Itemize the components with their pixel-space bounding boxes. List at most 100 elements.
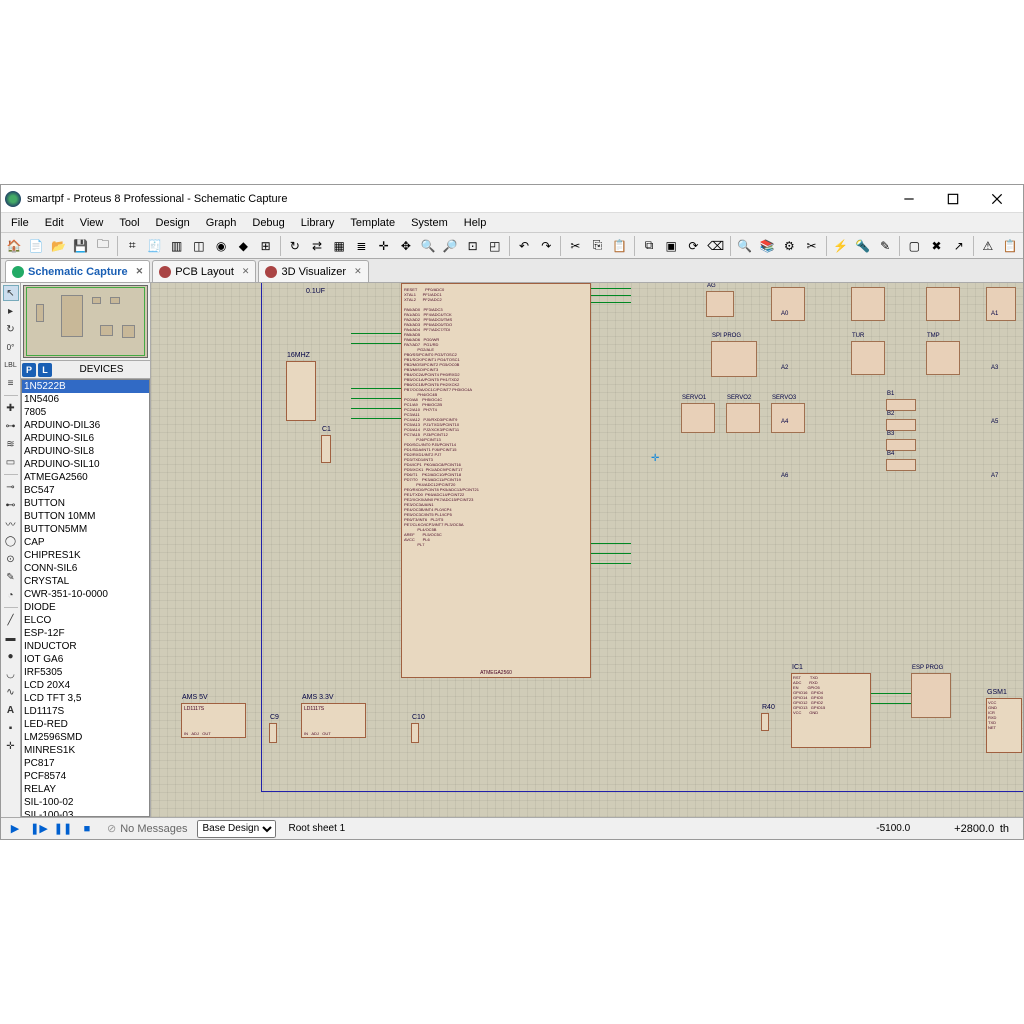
button-b4[interactable]: B4: [886, 459, 916, 471]
crystal-component[interactable]: 16MHZ: [286, 361, 316, 421]
button-b1[interactable]: B1: [886, 399, 916, 411]
device-item[interactable]: SIL-100-03: [22, 809, 149, 817]
ams5v-reg[interactable]: AMS 5V LD1117S IN ADJ OUT: [181, 703, 246, 738]
connector-servo1[interactable]: SERVO1: [681, 403, 715, 433]
device-item[interactable]: 1N5222B: [22, 380, 149, 393]
device-item[interactable]: LED-RED: [22, 718, 149, 731]
schematic-button[interactable]: ▥: [167, 235, 187, 257]
button-b2[interactable]: B2: [886, 419, 916, 431]
3d-button[interactable]: ◉: [211, 235, 231, 257]
device-item[interactable]: ARDUINO-SIL10: [22, 458, 149, 471]
layers-button[interactable]: ≣: [351, 235, 371, 257]
menu-debug[interactable]: Debug: [244, 213, 292, 232]
device-item[interactable]: IRF5305: [22, 666, 149, 679]
cap-c1[interactable]: C1: [321, 435, 331, 463]
device-item[interactable]: BUTTON: [22, 497, 149, 510]
device-item[interactable]: CWR-351-10-0000: [22, 588, 149, 601]
tab-close[interactable]: ✕: [136, 266, 144, 277]
gsm1[interactable]: GSM1 VCCGNDICRRXDTXDNET: [986, 698, 1022, 753]
device-item[interactable]: DIODE: [22, 601, 149, 614]
save-button[interactable]: 💾: [71, 235, 91, 257]
generator-mode[interactable]: ⊙: [3, 551, 19, 567]
sim-step-button[interactable]: ❚▶: [29, 820, 49, 838]
cut-button[interactable]: ✂: [565, 235, 585, 257]
decompose-button[interactable]: ✂: [801, 235, 821, 257]
device-item[interactable]: PC817: [22, 757, 149, 770]
new-sheet-button[interactable]: ▢: [904, 235, 924, 257]
r40[interactable]: R40: [761, 713, 769, 731]
rotate-ccw[interactable]: ↻: [3, 321, 19, 337]
tab-close[interactable]: ✕: [354, 266, 362, 277]
symbol-mode[interactable]: ▪: [3, 720, 19, 736]
bus-mode[interactable]: ≋: [3, 436, 19, 452]
tab-pcb-layout[interactable]: PCB Layout✕: [152, 260, 256, 282]
device-item[interactable]: BUTTON5MM: [22, 523, 149, 536]
device-item[interactable]: ARDUINO-SIL6: [22, 432, 149, 445]
terminal-mode[interactable]: ⊸: [3, 479, 19, 495]
search-button[interactable]: 🔦: [853, 235, 873, 257]
schematic-canvas[interactable]: 16MHZ 0.1UF C1 MEGA2560 RESET PF0/ADC0XT…: [151, 283, 1023, 817]
wire-label-mode[interactable]: ⊶: [3, 418, 19, 434]
delete-sheet-button[interactable]: ✖: [926, 235, 946, 257]
device-pin-mode[interactable]: ⊷: [3, 497, 19, 513]
pick-button[interactable]: 🔍: [735, 235, 755, 257]
paste-button[interactable]: 📋: [610, 235, 630, 257]
menu-template[interactable]: Template: [342, 213, 403, 232]
connector-do[interactable]: DO: [926, 287, 960, 321]
device-item[interactable]: ARDUINO-DIL36: [22, 419, 149, 432]
design-variant-select[interactable]: Base Design: [197, 820, 276, 838]
marker-mode[interactable]: ✛: [3, 738, 19, 754]
device-item[interactable]: CAP: [22, 536, 149, 549]
instrument-mode[interactable]: ◔: [3, 587, 19, 603]
grid-button[interactable]: ▦: [329, 235, 349, 257]
device-item[interactable]: CRYSTAL: [22, 575, 149, 588]
junction-mode[interactable]: ✚: [3, 400, 19, 416]
zoom-all-button[interactable]: ⊡: [463, 235, 483, 257]
property-assign-button[interactable]: ✎: [875, 235, 895, 257]
selection-mode[interactable]: ↖: [3, 285, 19, 301]
sim-play-button[interactable]: ▶: [5, 820, 25, 838]
package-button[interactable]: ⚙: [779, 235, 799, 257]
netlist-button[interactable]: 📋: [1000, 235, 1020, 257]
refresh-button[interactable]: ↻: [285, 235, 305, 257]
device-item[interactable]: BUTTON 10MM: [22, 510, 149, 523]
connector-esp-prog[interactable]: ESP PROG: [911, 673, 951, 718]
button-b3[interactable]: B3: [886, 439, 916, 451]
connector-servo2[interactable]: SERVO2: [726, 403, 760, 433]
overview-panel[interactable]: [21, 283, 150, 361]
menu-view[interactable]: View: [72, 213, 112, 232]
sim-pause-button[interactable]: ❚❚: [53, 820, 73, 838]
libraries-button[interactable]: L: [38, 363, 52, 377]
cap-c9[interactable]: C9: [269, 723, 277, 743]
line-mode[interactable]: ╱: [3, 612, 19, 628]
text-2d-mode[interactable]: A: [3, 702, 19, 718]
zoom-out-button[interactable]: 🔎: [440, 235, 460, 257]
graph-mode[interactable]: 〰: [3, 515, 19, 531]
close-project-button[interactable]: 🗀: [93, 235, 113, 257]
print-area-button[interactable]: ⌗: [122, 235, 142, 257]
gerber-button[interactable]: ◆: [233, 235, 253, 257]
label-mode[interactable]: LBL: [3, 357, 19, 373]
block-rotate-button[interactable]: ⟳: [683, 235, 703, 257]
connector-servo3[interactable]: SERVO3: [771, 403, 805, 433]
new-file-button[interactable]: 📄: [26, 235, 46, 257]
connector-ag[interactable]: AG: [706, 291, 734, 317]
menu-help[interactable]: Help: [456, 213, 495, 232]
copy-button[interactable]: ⎘: [587, 235, 607, 257]
undo-button[interactable]: ↶: [514, 235, 534, 257]
flip-button[interactable]: ⇄: [307, 235, 327, 257]
box-mode[interactable]: ▬: [3, 630, 19, 646]
messages-indicator[interactable]: ⊘ No Messages: [107, 822, 187, 835]
connector-tmp[interactable]: TMP: [926, 341, 960, 375]
cap-c10[interactable]: C10: [411, 723, 419, 743]
goto-sheet-button[interactable]: ↗: [949, 235, 969, 257]
origin-button[interactable]: ✛: [374, 235, 394, 257]
device-item[interactable]: 1N5406: [22, 393, 149, 406]
menu-file[interactable]: File: [3, 213, 37, 232]
text-mode[interactable]: ≡: [3, 375, 19, 391]
zoom-area-button[interactable]: ◰: [485, 235, 505, 257]
library-button[interactable]: 📚: [757, 235, 777, 257]
subcircuit-mode[interactable]: ▭: [3, 454, 19, 470]
device-item[interactable]: LCD 20X4: [22, 679, 149, 692]
menu-tool[interactable]: Tool: [111, 213, 147, 232]
